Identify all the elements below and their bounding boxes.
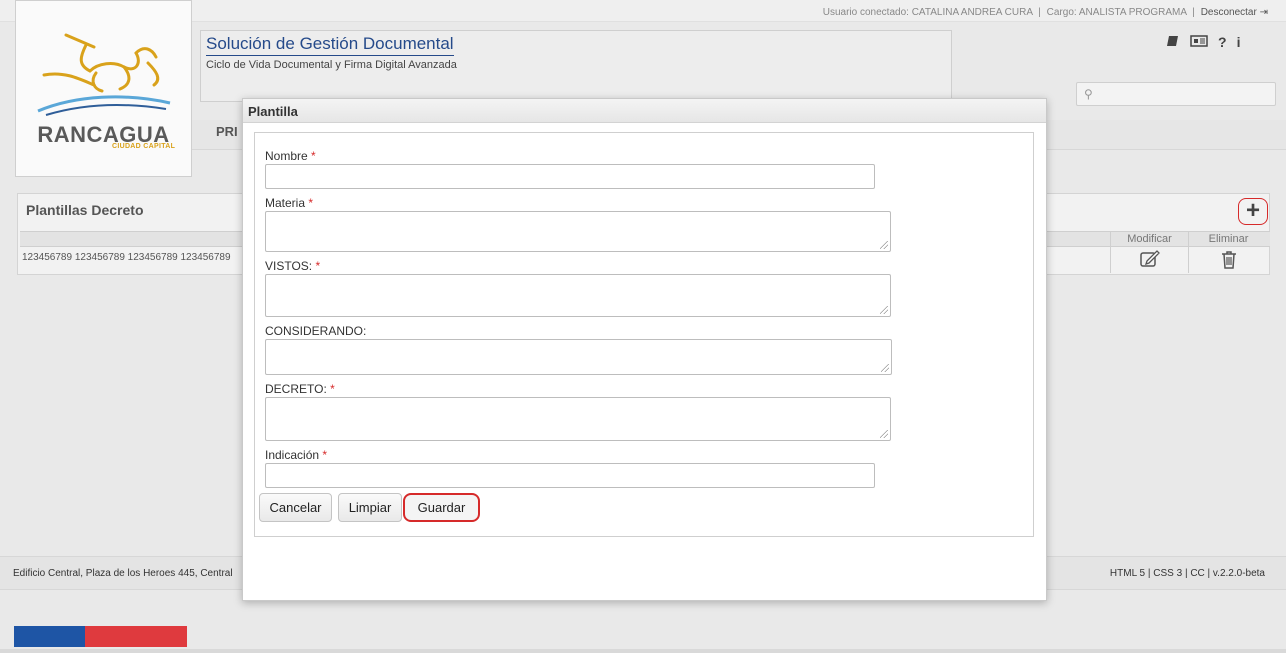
table-row: 123456789 123456789 123456789 123456789 (22, 252, 231, 263)
resize-handle-icon[interactable] (880, 241, 888, 249)
logout-label: Desconectar (1200, 7, 1257, 18)
help-icon[interactable]: ? (1218, 34, 1227, 51)
considerando-textarea[interactable] (266, 340, 891, 374)
decreto-label: DECRETO: * (265, 382, 335, 396)
nombre-label: Nombre * (265, 149, 316, 163)
search-input[interactable]: ⚲ (1076, 82, 1276, 106)
column-modify: Modificar (1110, 231, 1188, 247)
user-info: Usuario conectado: CATALINA ANDREA CURA … (823, 7, 1268, 18)
edit-icon (1139, 250, 1160, 267)
template-dialog: Plantilla Nombre * Materia * VISTOS: * C… (242, 98, 1047, 601)
add-template-button[interactable]: + (1238, 198, 1268, 225)
logout-icon: ⇥ (1259, 7, 1268, 18)
app-title: Solución de Gestión Documental (206, 34, 454, 56)
search-icon: ⚲ (1084, 87, 1093, 101)
bottom-strip (0, 649, 1286, 653)
municipality-logo: RANCAGUA CIUDAD CAPITAL (15, 0, 192, 177)
separator: | (1192, 7, 1195, 18)
indicacion-input[interactable] (266, 464, 874, 487)
template-form: Nombre * Materia * VISTOS: * CONSIDERAND… (254, 132, 1034, 537)
app-subtitle: Ciclo de Vida Documental y Firma Digital… (206, 59, 457, 71)
edit-button[interactable] (1110, 247, 1188, 273)
decreto-field[interactable] (265, 397, 891, 441)
indicacion-label: Indicación * (265, 448, 328, 462)
resize-handle-icon[interactable] (880, 306, 888, 314)
top-icons: ? i (1166, 34, 1240, 51)
dialog-title: Plantilla (248, 104, 298, 119)
considerando-field[interactable] (265, 339, 892, 375)
flag-red-stripe (85, 626, 187, 647)
considerando-label: CONSIDERANDO: (265, 324, 367, 338)
info-icon[interactable]: i (1237, 34, 1241, 51)
user-role: Cargo: ANALISTA PROGRAMA (1046, 7, 1187, 18)
nombre-input[interactable] (266, 165, 874, 188)
trash-icon (1221, 251, 1236, 269)
delete-button[interactable] (1188, 247, 1268, 273)
connected-user: Usuario conectado: CATALINA ANDREA CURA (822, 7, 1033, 18)
nombre-field[interactable] (265, 164, 875, 189)
newspaper-icon[interactable] (1190, 34, 1208, 51)
vistos-field[interactable] (265, 274, 891, 317)
horse-rider-logo-icon (37, 33, 171, 116)
separator: | (1038, 7, 1041, 18)
clear-button[interactable]: Limpiar (338, 493, 402, 522)
materia-field[interactable] (265, 211, 891, 252)
logo-subtext: CIUDAD CAPITAL (112, 143, 176, 150)
cancel-button[interactable]: Cancelar (259, 493, 332, 522)
footer-address: Edificio Central, Plaza de los Heroes 44… (13, 568, 233, 579)
vistos-label: VISTOS: * (265, 259, 321, 273)
materia-textarea[interactable] (266, 212, 890, 251)
resize-handle-icon[interactable] (881, 364, 889, 372)
dialog-header[interactable]: Plantilla (243, 99, 1046, 123)
nav-item-principal[interactable]: PRI (216, 124, 238, 139)
footer-version: HTML 5 | CSS 3 | CC | v.2.2.0-beta (1109, 568, 1265, 579)
indicacion-field[interactable] (265, 463, 875, 488)
app-title-box: Solución de Gestión Documental Ciclo de … (200, 30, 952, 102)
save-button[interactable]: Guardar (403, 493, 480, 522)
logout-link[interactable]: Desconectar ⇥ (1201, 7, 1268, 18)
plus-icon: + (1245, 197, 1260, 224)
column-delete: Eliminar (1188, 231, 1268, 247)
panel-title: Plantillas Decreto (26, 202, 144, 218)
materia-label: Materia * (265, 196, 314, 210)
flag-blue-stripe (14, 626, 85, 647)
decreto-textarea[interactable] (266, 398, 890, 440)
resize-handle-icon[interactable] (880, 430, 888, 438)
vistos-textarea[interactable] (266, 275, 890, 316)
manual-icon[interactable] (1166, 34, 1180, 51)
